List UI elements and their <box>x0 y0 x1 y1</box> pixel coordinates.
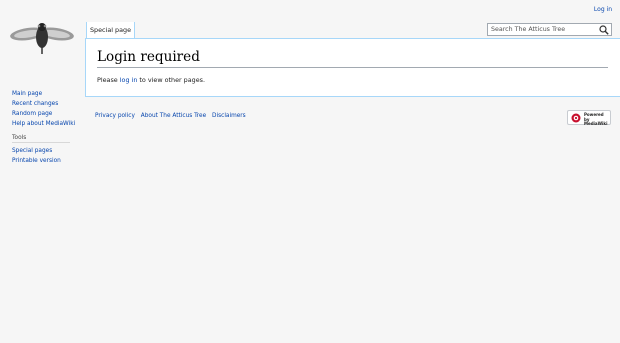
tools-heading: Tools <box>12 135 70 143</box>
sidebar-tools: Special pages Printable version <box>12 146 61 166</box>
footer-disclaimers-link[interactable]: Disclaimers <box>212 113 246 119</box>
message-suffix: to view other pages. <box>137 76 205 84</box>
sidebar-navigation: Main page Recent changes Random page Hel… <box>12 89 75 129</box>
sidebar-item-special-pages[interactable]: Special pages <box>12 146 61 156</box>
sidebar-item-help[interactable]: Help about MediaWiki <box>12 119 75 129</box>
mediawiki-icon <box>571 113 581 123</box>
sidebar-item-recent-changes[interactable]: Recent changes <box>12 99 74 109</box>
cicada-logo-icon <box>10 23 74 54</box>
search-box[interactable]: Search The Atticus Tree <box>487 23 612 36</box>
powered-by-line2: MediaWiki <box>584 121 608 127</box>
content-area: Login required Please log in to view oth… <box>85 38 620 97</box>
footer-privacy-link[interactable]: Privacy policy <box>95 113 135 119</box>
tab-special-page[interactable]: Special page <box>86 22 136 38</box>
footer-about-link[interactable]: About The Atticus Tree <box>141 113 206 119</box>
search-input[interactable]: Search The Atticus Tree <box>491 24 565 36</box>
page-title: Login required <box>97 48 608 68</box>
site-logo[interactable] <box>8 20 76 56</box>
message-prefix: Please <box>97 76 120 84</box>
powered-by-text: Powered by MediaWiki <box>584 112 610 127</box>
footer-links: Privacy policy About The Atticus Tree Di… <box>95 113 250 119</box>
powered-by-mediawiki-badge[interactable]: Powered by MediaWiki <box>567 110 611 127</box>
search-icon[interactable] <box>599 25 609 35</box>
sidebar-item-main-page[interactable]: Main page <box>12 89 74 99</box>
login-link[interactable]: Log in <box>594 6 612 13</box>
sidebar-item-printable-version[interactable]: Printable version <box>12 156 61 166</box>
login-message: Please log in to view other pages. <box>97 76 205 84</box>
message-login-link[interactable]: log in <box>120 76 138 84</box>
tab-special-page-label: Special page <box>90 26 132 34</box>
sidebar-item-random-page[interactable]: Random page <box>12 109 74 119</box>
